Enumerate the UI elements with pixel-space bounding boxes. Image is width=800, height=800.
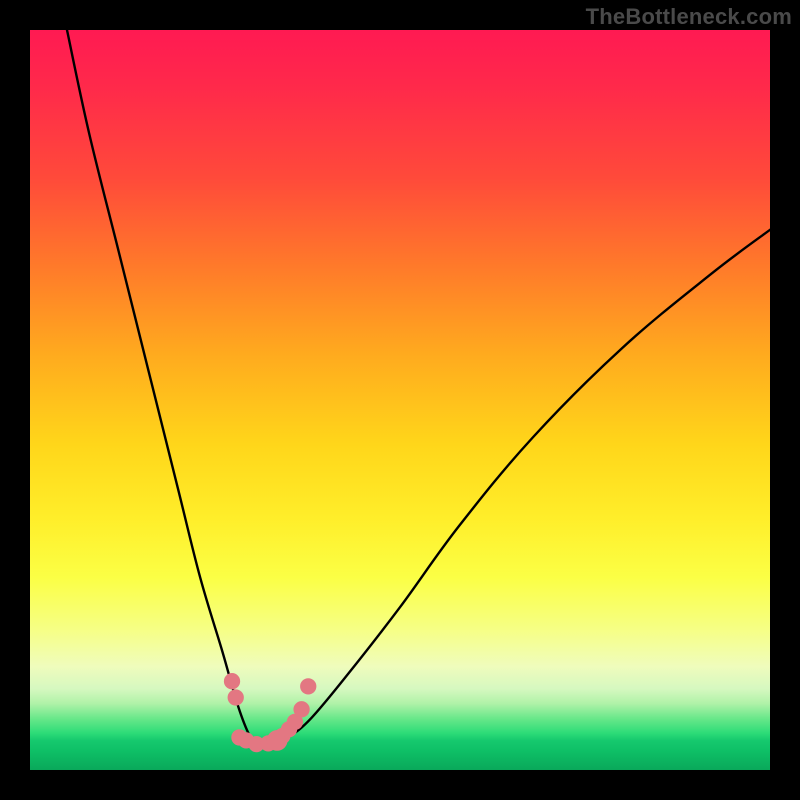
marker-group <box>224 673 316 752</box>
curve-marker <box>300 678 316 694</box>
bottleneck-curve <box>67 30 770 744</box>
watermark-text: TheBottleneck.com <box>586 4 792 30</box>
curve-marker <box>224 673 240 689</box>
curve-marker <box>293 701 309 717</box>
curve-layer <box>30 30 770 770</box>
chart-frame: TheBottleneck.com <box>0 0 800 800</box>
curve-marker <box>228 689 244 705</box>
plot-area <box>30 30 770 770</box>
